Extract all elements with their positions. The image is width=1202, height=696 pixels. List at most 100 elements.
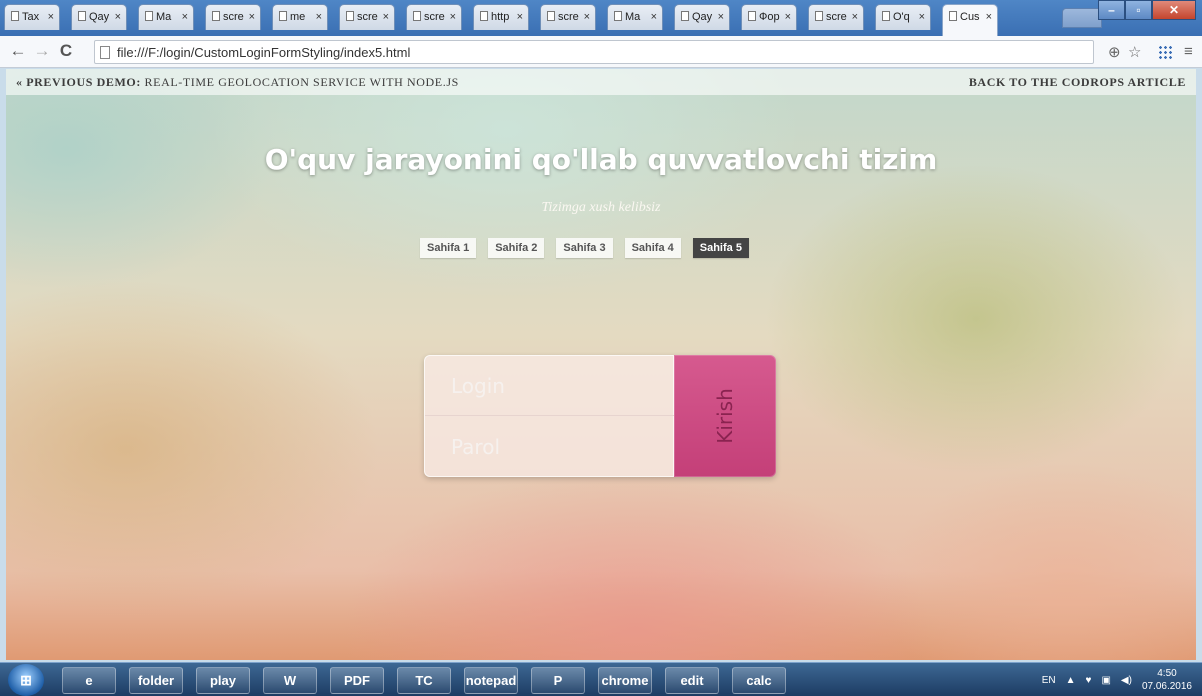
taskbar-app-icon: e — [85, 673, 93, 688]
browser-tab[interactable]: O'q × — [875, 4, 931, 30]
shield-icon[interactable]: ♥ — [1086, 675, 1092, 686]
tray-arrow-icon[interactable]: ▲ — [1066, 675, 1076, 686]
taskbar-app-chrome[interactable]: chrome — [598, 667, 652, 694]
tab-title: Tax — [22, 11, 40, 23]
tab-title: scre — [826, 11, 847, 23]
demo-nav-link[interactable]: Sahifa 2 — [488, 238, 545, 258]
close-tab-icon[interactable]: × — [785, 5, 791, 29]
tab-title: http — [491, 11, 510, 23]
login-form: Login Parol Kirish — [424, 355, 776, 477]
taskbar-app-PDF[interactable]: PDF — [330, 667, 384, 694]
back-to-article-link[interactable]: Back to the Codrops Article — [969, 75, 1186, 90]
browser-tab[interactable]: scre × — [205, 4, 261, 30]
browser-tab[interactable]: scre × — [406, 4, 462, 30]
system-tray: EN ▲ ♥ ▣ ◀) 4:50 07.06.2016 — [1042, 663, 1192, 696]
network-icon[interactable]: ▣ — [1101, 675, 1110, 686]
browser-tab[interactable]: Qay × — [71, 4, 127, 30]
browser-tab[interactable]: scre × — [808, 4, 864, 30]
browser-tab[interactable]: Qay × — [674, 4, 730, 30]
tab-title: O'q — [893, 11, 910, 23]
close-tab-icon[interactable]: × — [249, 5, 255, 29]
browser-tab[interactable]: http × — [473, 4, 529, 30]
windows-taskbar: ⊞ e folder play W PDF TC notepad Pchrome edit cal… — [0, 662, 1202, 696]
taskbar-app-icon: play — [209, 673, 236, 688]
apps-grid-icon[interactable] — [1158, 45, 1172, 59]
tab-title: scre — [424, 11, 445, 23]
zoom-icon[interactable]: ⊕ — [1108, 43, 1121, 61]
taskbar-app-icon: edit — [680, 673, 704, 688]
browser-tab[interactable]: Tax × — [4, 4, 60, 30]
close-tab-icon[interactable]: × — [986, 5, 992, 29]
page-icon — [547, 11, 555, 21]
close-tab-icon[interactable]: × — [383, 5, 389, 29]
close-tab-icon[interactable]: × — [450, 5, 456, 29]
close-tab-icon[interactable]: × — [584, 5, 590, 29]
page-icon — [100, 46, 110, 59]
clock[interactable]: 4:50 07.06.2016 — [1142, 667, 1192, 693]
tab-title: Ma — [625, 11, 641, 23]
browser-tab[interactable]: me × — [272, 4, 328, 30]
taskbar-app-P[interactable]: P — [531, 667, 585, 694]
browser-tab[interactable]: Ma × — [607, 4, 663, 30]
minimize-button[interactable]: – — [1098, 0, 1125, 20]
tab-title: Qay — [89, 11, 110, 23]
close-tab-icon[interactable]: × — [852, 5, 858, 29]
login-submit-button[interactable]: Kirish — [674, 355, 776, 477]
browser-toolbar: ← → C file:///F:/login/CustomLoginFormSt… — [0, 36, 1202, 68]
demo-nav-link[interactable]: Sahifa 3 — [556, 238, 613, 258]
browser-tab[interactable]: Ma × — [138, 4, 194, 30]
page-icon — [11, 11, 19, 21]
close-tab-icon[interactable]: × — [517, 5, 523, 29]
start-button[interactable]: ⊞ — [8, 664, 44, 696]
reload-icon[interactable]: C — [56, 41, 76, 61]
taskbar-app-edit[interactable]: edit — [665, 667, 719, 694]
page-icon — [279, 11, 287, 21]
close-tab-icon[interactable]: × — [48, 5, 54, 29]
page-icon — [78, 11, 86, 21]
language-indicator[interactable]: EN — [1042, 675, 1056, 686]
close-tab-icon[interactable]: × — [115, 5, 121, 29]
page-icon — [949, 11, 957, 21]
taskbar-app-play[interactable]: play — [196, 667, 250, 694]
page-icon — [882, 11, 890, 21]
demo-nav-link[interactable]: Sahifa 4 — [624, 238, 681, 258]
volume-icon[interactable]: ◀) — [1121, 675, 1132, 686]
close-window-button[interactable]: ✕ — [1152, 0, 1196, 20]
close-tab-icon[interactable]: × — [316, 5, 322, 29]
back-arrow-icon[interactable]: ← — [8, 41, 28, 61]
previous-demo-title: Real-Time Geolocation Service with Node.… — [144, 75, 459, 89]
browser-tab[interactable]: scre × — [339, 4, 395, 30]
page-icon — [212, 11, 220, 21]
maximize-button[interactable]: ▫ — [1125, 0, 1152, 20]
demo-navigation: Sahifa 1 Sahifa 2 Sahifa 3 Sahifa 4 Sahifa 5 — [420, 238, 749, 258]
taskbar-app-notepad[interactable]: notepad — [464, 667, 518, 694]
previous-demo-link[interactable]: « Previous Demo: Real-Time Geolocation S… — [16, 75, 459, 90]
taskbar-app-W[interactable]: W — [263, 667, 317, 694]
bookmark-star-icon[interactable]: ☆ — [1128, 43, 1141, 61]
window-controls: – ▫ ✕ — [1098, 0, 1196, 20]
browser-tab[interactable]: Cus × — [942, 4, 998, 36]
close-tab-icon[interactable]: × — [182, 5, 188, 29]
browser-tab[interactable]: Фор × — [741, 4, 797, 30]
close-tab-icon[interactable]: × — [651, 5, 657, 29]
tab-title: scre — [223, 11, 244, 23]
forward-arrow-icon[interactable]: → — [32, 41, 52, 61]
taskbar-app-TC[interactable]: TC — [397, 667, 451, 694]
password-field[interactable]: Parol — [425, 417, 675, 477]
taskbar-app-folder[interactable]: folder — [129, 667, 183, 694]
address-bar[interactable]: file:///F:/login/CustomLoginFormStyling/… — [94, 40, 1094, 64]
demo-nav-link[interactable]: Sahifa 5 — [692, 238, 749, 258]
tab-title: scre — [357, 11, 378, 23]
close-tab-icon[interactable]: × — [919, 5, 925, 29]
login-field[interactable]: Login — [425, 356, 675, 416]
taskbar-app-e[interactable]: e — [62, 667, 116, 694]
close-tab-icon[interactable]: × — [718, 5, 724, 29]
address-url: file:///F:/login/CustomLoginFormStyling/… — [117, 45, 411, 60]
taskbar-app-icon: PDF — [344, 673, 370, 688]
menu-icon[interactable]: ≡ — [1184, 43, 1193, 60]
demo-nav-link[interactable]: Sahifa 1 — [420, 238, 477, 258]
taskbar-app-icon: chrome — [601, 673, 649, 688]
new-tab-button[interactable] — [1062, 8, 1102, 28]
taskbar-app-calc[interactable]: calc — [732, 667, 786, 694]
browser-tab[interactable]: scre × — [540, 4, 596, 30]
